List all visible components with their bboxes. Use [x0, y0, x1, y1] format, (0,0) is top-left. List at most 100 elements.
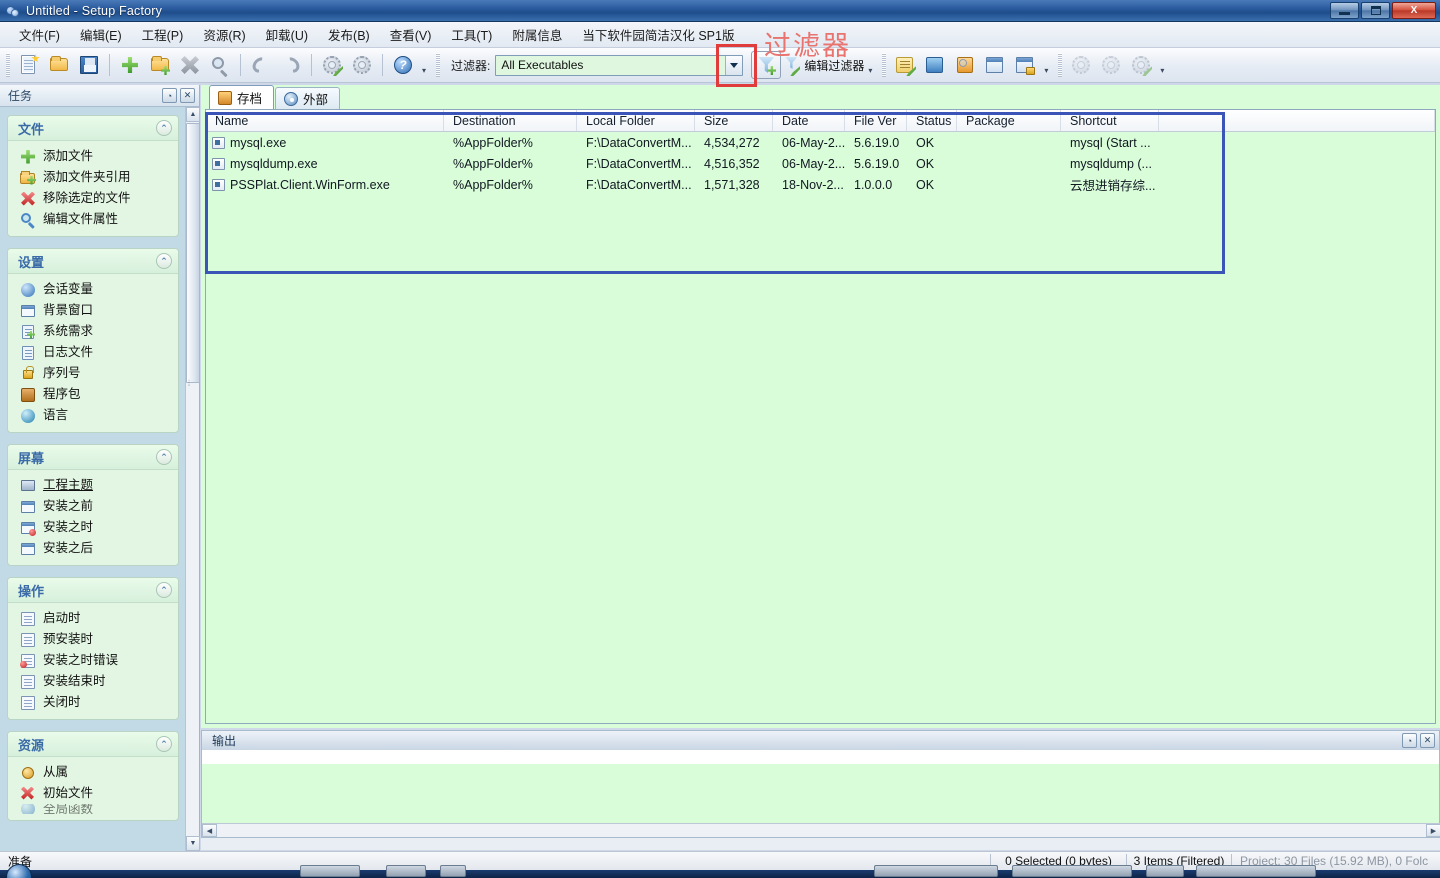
publish-overflow-caret[interactable]: ▾ [1156, 52, 1168, 78]
task-item-serial-number[interactable]: 序列号 [8, 363, 178, 384]
menu-uninstall[interactable]: 卸载(U) [257, 21, 317, 48]
menu-tools[interactable]: 工具(T) [442, 21, 501, 48]
task-group-resources-header[interactable]: 资源 ⌃ [8, 732, 178, 757]
scroll-right-icon[interactable]: ▶ [1426, 824, 1440, 837]
task-item-dependencies[interactable]: 从属 [8, 762, 178, 783]
task-item-system-requirements[interactable]: 系统需求 [8, 321, 178, 342]
chevron-up-icon[interactable]: ⌃ [156, 449, 172, 465]
chevron-up-icon[interactable]: ⌃ [156, 120, 172, 136]
task-panel-options-icon[interactable]: ◔ [162, 88, 177, 103]
menu-publish[interactable]: 发布(B) [319, 21, 379, 48]
menu-project[interactable]: 工程(P) [133, 21, 193, 48]
task-item-package[interactable]: 程序包 [8, 384, 178, 405]
filter-bar-grip[interactable] [436, 53, 440, 77]
task-group-actions-header[interactable]: 操作 ⌃ [8, 578, 178, 603]
output-options-icon[interactable]: ◔ [1402, 733, 1417, 748]
task-item-language[interactable]: 语言 [8, 405, 178, 426]
taskbar-window-3[interactable] [440, 865, 466, 877]
task-item-log-file[interactable]: 日志文件 [8, 342, 178, 363]
task-item-global-functions[interactable]: 全局函数 [8, 804, 178, 814]
minimize-button[interactable] [1330, 2, 1359, 19]
task-item-on-pre-install[interactable]: 预安装时 [8, 629, 178, 650]
publish-bar-grip[interactable] [1058, 53, 1063, 77]
task-item-background-window[interactable]: 背景窗口 [8, 300, 178, 321]
task-panel-close-icon[interactable]: ✕ [180, 88, 195, 103]
preview-button[interactable] [950, 51, 980, 79]
menu-about[interactable]: 附属信息 [503, 21, 571, 48]
scroll-up-icon[interactable]: ▲ [186, 107, 200, 122]
remove-file-button[interactable] [175, 51, 205, 79]
new-project-button[interactable] [14, 51, 44, 79]
chevron-up-icon[interactable]: ⌃ [156, 736, 172, 752]
task-item-on-startup[interactable]: 启动时 [8, 608, 178, 629]
task-item-add-folder-ref[interactable]: 添加文件夹引用 [8, 167, 178, 188]
chevron-up-icon[interactable]: ⌃ [156, 582, 172, 598]
chevron-up-icon[interactable]: ⌃ [156, 253, 172, 269]
tab-archive[interactable]: 存档 [209, 85, 275, 109]
maximize-button[interactable] [1361, 2, 1390, 19]
task-item-on-install-finish[interactable]: 安装结束时 [8, 671, 178, 692]
taskbar-window-6[interactable] [1146, 865, 1184, 877]
tools-overflow-caret[interactable]: ▾ [1040, 52, 1052, 78]
column-header-name[interactable]: Name [206, 110, 444, 131]
task-item-primer-files[interactable]: 初始文件 [8, 783, 178, 804]
task-item-before-install[interactable]: 安装之前 [8, 496, 178, 517]
add-folder-button[interactable] [145, 51, 175, 79]
taskbar-window-4[interactable] [874, 865, 998, 877]
taskbar-window-5[interactable] [1012, 865, 1132, 877]
close-button[interactable]: X [1392, 2, 1436, 19]
task-group-settings-header[interactable]: 设置 ⌃ [8, 249, 178, 274]
column-header-size[interactable]: Size [695, 110, 773, 131]
window-designer-button[interactable] [980, 51, 1010, 79]
scroll-down-icon[interactable]: ▼ [186, 836, 200, 851]
column-header-date[interactable]: Date [773, 110, 845, 131]
script-editor-button[interactable] [890, 51, 920, 79]
scrollbar-thumb[interactable] [186, 123, 200, 383]
settings-button[interactable] [347, 51, 377, 79]
table-row[interactable]: mysqldump.exe %AppFolder% F:\DataConvert… [206, 153, 1435, 174]
output-panel-body[interactable]: ◀ ▶ [201, 750, 1440, 838]
task-item-during-install[interactable]: 安装之时 [8, 517, 178, 538]
column-header-status[interactable]: Status [907, 110, 957, 131]
panel-splitter[interactable]: ⦙ [186, 370, 192, 396]
redo-button[interactable] [276, 51, 306, 79]
tools-bar-grip[interactable] [882, 53, 887, 77]
publish-wizard-button[interactable] [1126, 51, 1156, 79]
help-button[interactable]: ? [388, 51, 418, 79]
task-group-files-header[interactable]: 文件 ⌃ [8, 116, 178, 141]
task-panel-scrollbar[interactable]: ▲ ▼ [185, 107, 200, 851]
task-item-session-variables[interactable]: 会话变量 [8, 279, 178, 300]
column-header-shortcut[interactable]: Shortcut [1061, 110, 1159, 131]
menu-edit[interactable]: 编辑(E) [71, 21, 131, 48]
column-header-filler[interactable] [1159, 110, 1435, 131]
menu-file[interactable]: 文件(F) [10, 21, 69, 48]
filter-overflow-caret[interactable]: ▾ [864, 52, 876, 78]
task-item-add-file[interactable]: 添加文件 [8, 146, 178, 167]
taskbar-window-2[interactable] [386, 865, 426, 877]
column-header-local-folder[interactable]: Local Folder [577, 110, 695, 131]
scroll-left-icon[interactable]: ◀ [202, 824, 217, 837]
task-item-after-install[interactable]: 安装之后 [8, 538, 178, 559]
column-header-file-ver[interactable]: File Ver [845, 110, 907, 131]
output-horizontal-scrollbar[interactable]: ◀ ▶ [202, 823, 1440, 837]
task-item-project-theme[interactable]: 工程主题 [8, 475, 178, 496]
task-item-edit-file-properties[interactable]: 编辑文件属性 [8, 209, 178, 230]
task-item-on-shutdown[interactable]: 关闭时 [8, 692, 178, 713]
open-project-button[interactable] [44, 51, 74, 79]
column-header-package[interactable]: Package [957, 110, 1061, 131]
undo-button[interactable] [246, 51, 276, 79]
tab-external[interactable]: 外部 [275, 87, 341, 109]
add-file-button[interactable] [115, 51, 145, 79]
taskbar-window-1[interactable] [300, 865, 360, 877]
table-row[interactable]: PSSPlat.Client.WinForm.exe %AppFolder% F… [206, 174, 1435, 195]
task-item-on-install-error[interactable]: 安装之时错误 [8, 650, 178, 671]
menu-view[interactable]: 查看(V) [381, 21, 441, 48]
save-project-button[interactable] [74, 51, 104, 79]
publish-button[interactable] [1096, 51, 1126, 79]
network-button[interactable] [920, 51, 950, 79]
build-settings-button[interactable] [1066, 51, 1096, 79]
table-row[interactable]: mysql.exe %AppFolder% F:\DataConvertM...… [206, 132, 1435, 153]
build-button[interactable] [317, 51, 347, 79]
task-group-screens-header[interactable]: 屏幕 ⌃ [8, 445, 178, 470]
toolbar-grip[interactable] [6, 53, 10, 77]
